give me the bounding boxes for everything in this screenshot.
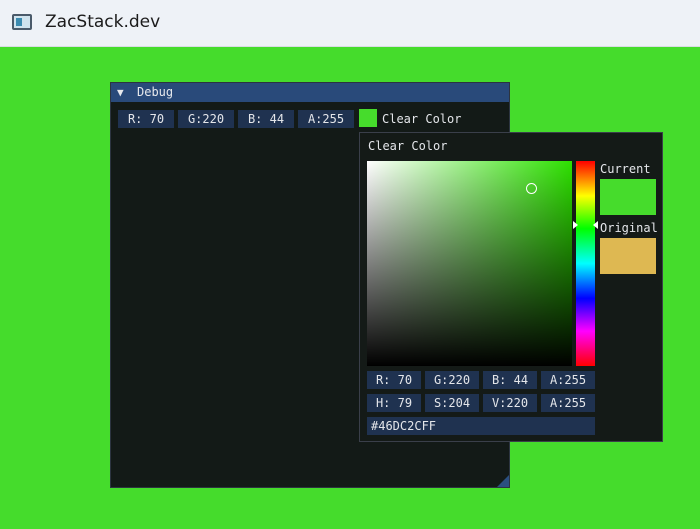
hue-marker-left-icon[interactable] <box>573 221 578 229</box>
picker-saturation-field[interactable]: S:204 <box>425 394 479 412</box>
current-color-swatch <box>600 179 656 215</box>
clear-color-label: Clear Color <box>382 112 462 126</box>
picker-hue-field[interactable]: H: 79 <box>367 394 421 412</box>
debug-window-title: Debug <box>137 85 174 99</box>
window-titlebar: ZacStack.dev <box>0 0 700 47</box>
hue-bar[interactable] <box>576 161 595 366</box>
picker-blue-field[interactable]: B: 44 <box>483 371 537 389</box>
current-label: Current <box>600 162 651 176</box>
app-window-icon <box>12 14 32 30</box>
picker-alpha-field[interactable]: A:255 <box>541 371 595 389</box>
alpha-field[interactable]: A:255 <box>298 110 354 128</box>
resize-grip[interactable] <box>497 475 509 487</box>
hex-input[interactable]: #46DC2CFF <box>367 417 595 435</box>
green-field[interactable]: G:220 <box>178 110 234 128</box>
original-color-swatch[interactable] <box>600 238 656 274</box>
clear-color-swatch[interactable] <box>359 109 377 127</box>
window-title: ZacStack.dev <box>45 12 161 32</box>
blue-field[interactable]: B: 44 <box>238 110 294 128</box>
sv-cursor[interactable] <box>526 183 537 194</box>
debug-window-header[interactable]: ▼ Debug <box>111 83 509 102</box>
picker-red-field[interactable]: R: 70 <box>367 371 421 389</box>
red-field[interactable]: R: 70 <box>118 110 174 128</box>
picker-green-field[interactable]: G:220 <box>425 371 479 389</box>
saturation-value-square[interactable] <box>367 161 572 366</box>
collapse-arrow-icon[interactable]: ▼ <box>117 83 124 102</box>
hue-marker-right-icon[interactable] <box>593 221 598 229</box>
color-picker-popup[interactable]: Clear Color Current Original R: 70 G:220… <box>359 132 663 442</box>
picker-title: Clear Color <box>368 139 448 153</box>
original-label: Original <box>600 221 658 235</box>
picker-hsv-alpha-field[interactable]: A:255 <box>541 394 595 412</box>
picker-value-field[interactable]: V:220 <box>483 394 537 412</box>
